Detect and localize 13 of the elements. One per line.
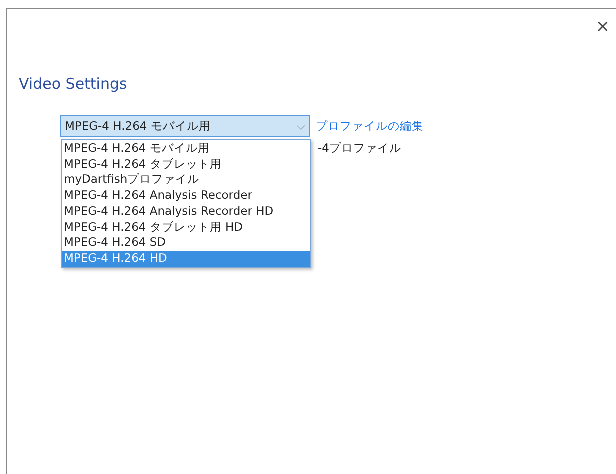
close-button[interactable]: × (594, 15, 612, 39)
section-title: Video Settings (19, 75, 128, 93)
dropdown-option[interactable]: MPEG-4 H.264 タブレット用 (62, 156, 310, 172)
edit-profile-link[interactable]: プロファイルの編集 (316, 118, 424, 134)
profile-dropdown[interactable]: MPEG-4 H.264 モバイル用 ⌵ (60, 115, 310, 137)
dropdown-option[interactable]: MPEG-4 H.264 Analysis Recorder HD (62, 204, 310, 220)
caret-icon: ⌵ (297, 120, 305, 132)
profile-label: -4プロファイル (318, 141, 402, 155)
dropdown-option[interactable]: MPEG-4 H.264 Analysis Recorder (62, 188, 310, 204)
dropdown-option[interactable]: MPEG-4 H.264 SD (62, 235, 310, 251)
dropdown-option[interactable]: MPEG-4 H.264 タブレット用 HD (62, 220, 310, 236)
dropdown-option[interactable]: myDartfishプロファイル (62, 172, 310, 188)
dropdown-option[interactable]: MPEG-4 H.264 モバイル用 (62, 141, 310, 157)
